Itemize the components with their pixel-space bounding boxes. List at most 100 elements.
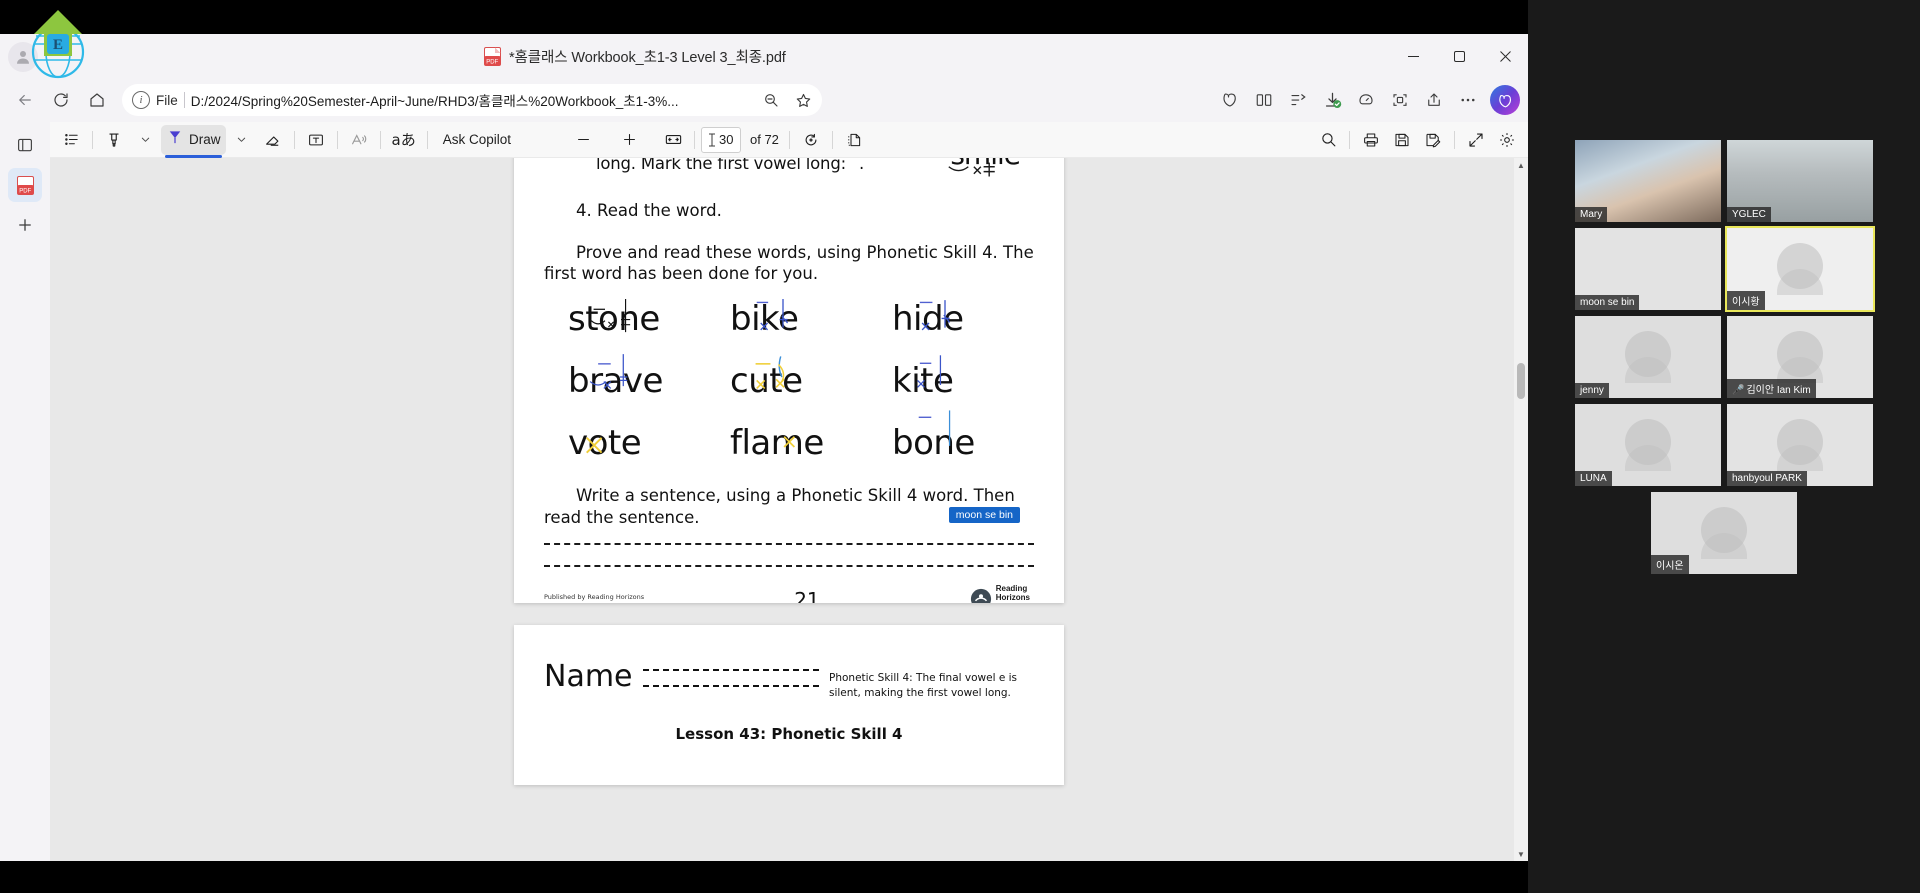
scrollbar-thumb[interactable] xyxy=(1517,363,1525,399)
word-cell-kite: kite xyxy=(868,355,1030,401)
answer-line-2 xyxy=(544,565,1034,568)
minimize-button[interactable] xyxy=(1390,34,1436,78)
sidebar-toggle-icon[interactable] xyxy=(8,128,42,162)
skill-note: Phonetic Skill 4: The final vowel e is s… xyxy=(829,672,1018,700)
word-text: bone xyxy=(892,422,975,463)
divider xyxy=(293,130,295,149)
divider xyxy=(183,92,185,108)
participant-name: YGLEC xyxy=(1727,207,1771,222)
participant-tile-isihwang[interactable]: 이시황 xyxy=(1725,226,1875,312)
pdf-page-22: Name Phonetic Skill 4: The final vowel e… xyxy=(514,625,1064,785)
expand-icon[interactable] xyxy=(1461,125,1491,155)
name-label: Name xyxy=(544,659,633,694)
search-icon[interactable] xyxy=(1313,125,1343,155)
fit-to-width-icon[interactable] xyxy=(658,125,688,155)
divider xyxy=(788,130,790,149)
browser-titlebar: PDF *홈클래스 Workbook_초1-3 Level 3_최종.pdf xyxy=(0,34,1528,78)
draw-button[interactable]: Draw xyxy=(161,124,226,158)
copilot-button[interactable] xyxy=(1490,85,1520,115)
rh-logo-text: Reading Horizons Discovery xyxy=(996,585,1034,603)
participant-tile-moon-se-bin[interactable]: moon se bin xyxy=(1575,228,1721,310)
avatar xyxy=(1777,242,1823,289)
pdf-scrollbar[interactable]: ▲ ▼ xyxy=(1514,158,1528,861)
answer-line-1 xyxy=(544,543,1034,546)
participant-tile-mary[interactable]: Mary xyxy=(1575,140,1721,222)
avatar xyxy=(1625,330,1671,377)
zoom-out-icon[interactable] xyxy=(758,87,784,113)
word-text: flame xyxy=(730,422,824,463)
scroll-down-arrow-icon[interactable]: ▼ xyxy=(1514,847,1528,861)
divider xyxy=(379,130,381,149)
word-smile: smile xyxy=(950,158,1021,171)
word-cell-brave: brave xyxy=(544,354,706,401)
zoom-out-button[interactable] xyxy=(568,125,598,155)
info-circle-icon[interactable]: i xyxy=(132,91,150,109)
star-icon[interactable] xyxy=(790,87,816,113)
refresh-icon[interactable] xyxy=(44,83,78,117)
browser-essentials-icon[interactable] xyxy=(1350,84,1382,116)
zoom-in-button[interactable] xyxy=(614,125,644,155)
ask-copilot-label: Ask Copilot xyxy=(442,132,511,147)
participant-tile-hanbyoul-park[interactable]: hanbyoul PARK xyxy=(1727,404,1873,486)
participant-tile-luna[interactable]: LUNA xyxy=(1575,404,1721,486)
edge-browser-window: PDF *홈클래스 Workbook_초1-3 Level 3_최종.pdf i… xyxy=(0,34,1528,861)
participant-tile-ision[interactable]: 이시온 xyxy=(1651,492,1797,574)
page-number-input[interactable]: 30 xyxy=(701,126,741,153)
downloads-icon[interactable] xyxy=(1316,84,1348,116)
avatar xyxy=(1701,506,1747,553)
add-text-icon[interactable] xyxy=(301,125,331,155)
toc-icon[interactable] xyxy=(56,125,86,155)
highlight-chevron-down-icon[interactable] xyxy=(130,125,160,155)
participant-tile-jenny[interactable]: jenny xyxy=(1575,316,1721,398)
save-icon[interactable] xyxy=(1387,125,1417,155)
back-arrow-icon[interactable] xyxy=(8,83,42,117)
page-footer: Published by Reading Horizons Copyright … xyxy=(544,585,1034,603)
read-aloud-icon[interactable] xyxy=(344,125,374,155)
translate-icon[interactable]: aあ xyxy=(387,125,421,155)
word-text: cute xyxy=(730,360,803,401)
scroll-up-arrow-icon[interactable]: ▲ xyxy=(1514,158,1528,172)
share-icon[interactable] xyxy=(1418,84,1450,116)
more-options-icon[interactable] xyxy=(1452,84,1484,116)
divider xyxy=(426,130,428,149)
participant-row: 이시온 xyxy=(1528,492,1920,574)
draw-chevron-down-icon[interactable] xyxy=(227,125,257,155)
highlighter-icon[interactable] xyxy=(99,125,129,155)
participant-row: jenny 🎤 김이안 Ian Kim xyxy=(1528,316,1920,398)
collections-icon[interactable] xyxy=(1282,84,1314,116)
browser-tab[interactable]: PDF *홈클래스 Workbook_초1-3 Level 3_최종.pdf xyxy=(470,38,800,74)
publisher-line-2: Copyright © September 2015 xyxy=(544,602,644,603)
gear-icon[interactable] xyxy=(1492,125,1522,155)
pdf-page-21: long. Mark the first vowel long: ‾. smil… xyxy=(514,158,1064,603)
close-button[interactable] xyxy=(1482,34,1528,78)
pdf-viewport[interactable]: long. Mark the first vowel long: ‾. smil… xyxy=(50,158,1528,861)
pdf-tab-icon[interactable]: PDF xyxy=(8,168,42,202)
participant-tile-yglec[interactable]: YGLEC xyxy=(1727,140,1873,222)
window-controls xyxy=(1390,34,1528,78)
word-cell-flame: flame xyxy=(706,423,868,463)
name-blank-lines xyxy=(642,659,819,701)
avatar xyxy=(1777,330,1823,377)
print-icon[interactable] xyxy=(1356,125,1386,155)
rotate-icon[interactable] xyxy=(796,125,826,155)
eraser-icon[interactable] xyxy=(258,125,288,155)
name-blank-line xyxy=(642,669,819,671)
page-view-icon[interactable] xyxy=(839,125,869,155)
maximize-button[interactable] xyxy=(1436,34,1482,78)
screenshot-icon[interactable] xyxy=(1384,84,1416,116)
browser-body: PDF Draw aあ Ask Copilot 30 of 72 long. M… xyxy=(0,122,1528,861)
save-as-icon[interactable] xyxy=(1418,125,1448,155)
new-tab-plus-icon[interactable] xyxy=(8,208,42,242)
avatar xyxy=(1777,418,1823,465)
ask-copilot-button[interactable]: Ask Copilot xyxy=(434,125,520,155)
word-text: vote xyxy=(568,422,642,463)
address-bar[interactable]: i File D:/2024/Spring%20Semester-April~J… xyxy=(122,84,822,116)
home-icon[interactable] xyxy=(80,83,114,117)
participant-tile-ian-kim[interactable]: 🎤 김이안 Ian Kim xyxy=(1727,316,1873,398)
participant-name-with-mic: 🎤 김이안 Ian Kim xyxy=(1727,379,1816,398)
pdf-file-icon: PDF xyxy=(484,46,501,66)
participant-name: 이시황 xyxy=(1727,291,1765,310)
svg-text:PDF: PDF xyxy=(486,59,498,65)
copilot-sparkle-icon[interactable] xyxy=(1214,84,1246,116)
split-screen-icon[interactable] xyxy=(1248,84,1280,116)
